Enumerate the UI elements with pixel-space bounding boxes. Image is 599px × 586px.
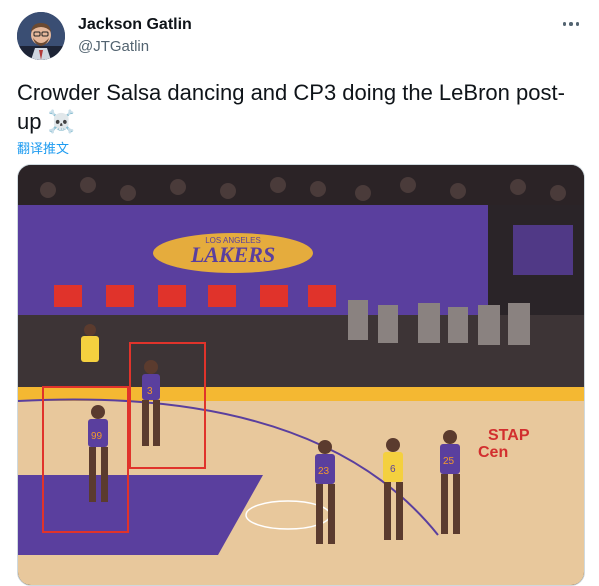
more-options-button[interactable] <box>559 14 583 34</box>
tweet-body: Crowder Salsa dancing and CP3 doing the … <box>17 80 565 134</box>
more-dots-icon <box>562 22 567 26</box>
avatar-image <box>17 12 65 60</box>
author-handle[interactable]: @JTGatlin <box>78 38 149 55</box>
logo-text: LAKERS <box>190 242 275 267</box>
court-sign-line2: Cen <box>478 444 508 461</box>
avatar[interactable] <box>17 12 65 60</box>
tweet-media[interactable]: LOS ANGELES LAKERS STAP Cen 3 99 25 23 6 <box>17 164 585 586</box>
jersey-number: 23 <box>318 466 330 477</box>
tweet-text: Crowder Salsa dancing and CP3 doing the … <box>17 78 582 137</box>
translate-tweet-link[interactable]: 翻译推文 <box>17 138 69 157</box>
jersey-number: 25 <box>443 456 455 467</box>
court-sign-line1: STAP <box>488 427 530 444</box>
basketball-game-image: LOS ANGELES LAKERS STAP Cen 3 99 25 23 6 <box>18 165 584 585</box>
jersey-number: 99 <box>91 431 103 442</box>
jersey-number: 3 <box>147 386 153 397</box>
skull-crossbones-icon: ☠️ <box>47 110 76 135</box>
jersey-number: 6 <box>390 464 396 475</box>
author-name[interactable]: Jackson Gatlin <box>78 16 192 34</box>
